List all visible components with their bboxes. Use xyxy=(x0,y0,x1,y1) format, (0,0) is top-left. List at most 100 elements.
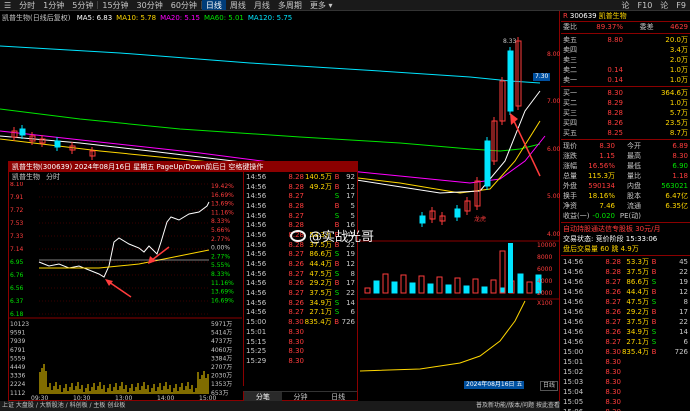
toolbar-icon-0[interactable]: 论 xyxy=(618,0,634,10)
pct-label: 2.77% xyxy=(211,236,230,243)
period-tab-6[interactable]: 日线 xyxy=(201,0,226,10)
popup-stock-name: 凯普生物 xyxy=(12,173,40,181)
period-tab-10[interactable]: 更多 ▾ xyxy=(306,0,337,10)
period-tab-8[interactable]: 月线 xyxy=(250,0,274,10)
vol-label: 1112 xyxy=(10,390,25,397)
vol-pct-label: 4060万 xyxy=(211,347,232,354)
popup-tick-row-18: 15:25 8.30 xyxy=(246,347,304,356)
popup-tab-0[interactable]: 分笔 xyxy=(244,392,282,401)
period-tab-3[interactable]: 15分钟 xyxy=(98,0,132,10)
pct-label: 16.69% xyxy=(211,297,234,304)
price-label: 6.56 xyxy=(10,285,24,292)
ma-line-0 xyxy=(0,45,541,84)
period-tab-5[interactable]: 60分钟 xyxy=(167,0,201,10)
axis-label: 5.00 xyxy=(547,193,560,200)
popup-view-tab[interactable]: 分时 xyxy=(46,172,60,182)
vol-pct-label: 5414万 xyxy=(211,330,232,337)
price-label: 7.53 xyxy=(10,220,24,227)
toolbar-icon-1[interactable]: F10 xyxy=(634,0,657,10)
period-tag[interactable]: 日线 xyxy=(540,381,559,391)
vol-axis-label: 2000 xyxy=(537,290,552,297)
period-toolbar: ☰ 分时 1分钟 5分钟 15分钟 30分钟 60分钟 日线 周线 月线 多周期 更多 ▾ 论 F10 论 F… xyxy=(0,0,690,11)
vol-bar xyxy=(508,243,513,293)
popup-title[interactable]: 凯普生物(300639) 2024年08月16日 星期五 PageUp/Down… xyxy=(9,162,357,172)
period-tab-9[interactable]: 多周期 xyxy=(274,0,306,10)
webi-row: 委比 89.37% 委差 4629 xyxy=(563,23,688,31)
axis-label: 7.00 xyxy=(547,98,560,105)
lhb-label: 龙虎 xyxy=(474,215,486,223)
pct-label: 13.69% xyxy=(211,289,234,296)
candle-body xyxy=(484,140,491,187)
pct-label: 8.33% xyxy=(211,271,230,278)
price-label: 6.18 xyxy=(10,311,24,318)
popup-tabs: 分笔 分钟 日线 xyxy=(243,391,357,401)
toolbar-icon-3[interactable]: F9 xyxy=(672,0,690,10)
axis-label: 6.00 xyxy=(547,146,560,153)
vol-bar xyxy=(490,279,497,294)
vol-label: 3336 xyxy=(10,373,25,380)
vol-axis-label: 8000 xyxy=(537,254,552,261)
quote-tick-row-12: 15:03 8.30 xyxy=(563,378,621,386)
popup-tick-row-15: 15:00 8.30 835.4万 B 726 xyxy=(246,318,355,327)
red-arrow-head xyxy=(105,279,113,286)
buy-row-0: 买一 8.30 364.6万 xyxy=(563,89,688,97)
pct-label: 11.16% xyxy=(211,280,234,287)
popup-tick-row-1: 14:56 8.28 49.2万 B 12 xyxy=(246,182,355,191)
sell-row-2: 卖三 2.0万 xyxy=(563,56,688,64)
popup-tick-row-9: 14:56 8.26 44.4万 B 12 xyxy=(246,260,355,269)
popup-tick-row-12: 14:56 8.27 37.5万 S 22 xyxy=(246,289,355,298)
popup-tick-list[interactable]: 14:56 8.28 140.5万 B 92 14:56 8.28 49.2万 B 12 14:56… xyxy=(243,172,357,386)
pct-label: 0.00% xyxy=(211,245,230,252)
info-line-1[interactable]: 交易状态: 竞价阶段 15:33:06 xyxy=(561,234,690,244)
pct-label: 5.55% xyxy=(211,262,230,269)
popup-tick-row-11: 14:56 8.26 29.2万 B 17 xyxy=(246,279,355,288)
quote-tick-row-0: 14:56 8.28 53.3万 B 45 xyxy=(563,258,688,266)
period-tab-1[interactable]: 1分钟 xyxy=(39,0,68,10)
menu-icon[interactable]: ☰ xyxy=(0,0,15,10)
price-label: 7.14 xyxy=(10,246,24,253)
price-label: 7.72 xyxy=(10,207,24,214)
popup-tick-row-13: 14:56 8.26 34.9万 S 14 xyxy=(246,298,355,307)
popup-tick-row-2: 14:56 8.27 S 17 xyxy=(246,192,355,201)
period-tab-4[interactable]: 30分钟 xyxy=(133,0,167,10)
period-tab-0[interactable]: 分时 xyxy=(15,0,39,10)
popup-tick-row-14: 14:56 8.27 27.1万 S 6 xyxy=(246,308,355,317)
info-line-2[interactable]: 盘后交易量 60 跳 4.9万 xyxy=(561,244,690,254)
pct-label: 19.42% xyxy=(211,183,234,190)
candle-body xyxy=(454,208,461,218)
popup-tick-row-10: 14:56 8.27 47.5万 S 8 xyxy=(246,269,355,278)
red-arrow xyxy=(108,281,132,298)
vol-label: 9591 xyxy=(10,330,25,337)
vol-label: 7939 xyxy=(10,338,25,345)
vol-label: 2224 xyxy=(10,381,25,388)
buy-row-2: 买三 8.28 5.7万 xyxy=(563,109,688,117)
vol-label: 5559 xyxy=(10,355,25,362)
vol-pct-label: 2707万 xyxy=(211,364,232,371)
popup-tick-row-0: 14:56 8.28 140.5万 B 92 xyxy=(246,172,355,181)
popup-tab-1[interactable]: 分钟 xyxy=(282,392,320,401)
candle-body xyxy=(507,50,514,112)
period-tab-7[interactable]: 周线 xyxy=(226,0,250,10)
sell-row-4: 卖一 0.14 1.0万 xyxy=(563,76,688,84)
vol-bar xyxy=(445,284,452,294)
stock-code: 300639 xyxy=(569,12,597,20)
avg-price-line xyxy=(39,249,210,269)
vol-pct-label: 5971万 xyxy=(211,321,232,328)
toolbar-icon-2[interactable]: 论 xyxy=(656,0,672,10)
popup-tick-row-3: 14:56 8.28 B 5 xyxy=(246,201,355,210)
stat-row-7: 收益(一) -0.020 PE(动) xyxy=(563,212,641,220)
popup-tick-row-8: 14:56 8.27 86.6万 S 19 xyxy=(246,250,355,259)
status-right[interactable]: 普及新功能/版本/问题 按此查看 xyxy=(476,401,560,411)
info-line-0[interactable]: 自动持股通达信专股板 30元/月 xyxy=(561,224,690,234)
status-left[interactable]: 上证 大盘股 / 大新股池 / 科创板 / 主板 创业板 xyxy=(2,401,125,411)
intraday-popup[interactable]: 凯普生物(300639) 2024年08月16日 星期五 PageUp/Down… xyxy=(8,161,358,401)
quote-tick-row-8: 14:56 8.27 27.1万 S 6 xyxy=(563,338,688,346)
popup-tick-row-17: 15:15 8.30 xyxy=(246,337,304,346)
period-tab-2[interactable]: 5分钟 xyxy=(68,0,97,10)
pct-label: 16.69% xyxy=(211,192,234,199)
intraday-chart[interactable]: 8.10 7.91 7.72 7.53 7.33 7.14 6.95 6.76 6.56 6.37… xyxy=(9,182,242,401)
vol-bar xyxy=(463,285,470,294)
popup-tab-2[interactable]: 日线 xyxy=(319,392,357,401)
vol-bar xyxy=(517,273,524,294)
price-label: 6.37 xyxy=(10,298,24,305)
